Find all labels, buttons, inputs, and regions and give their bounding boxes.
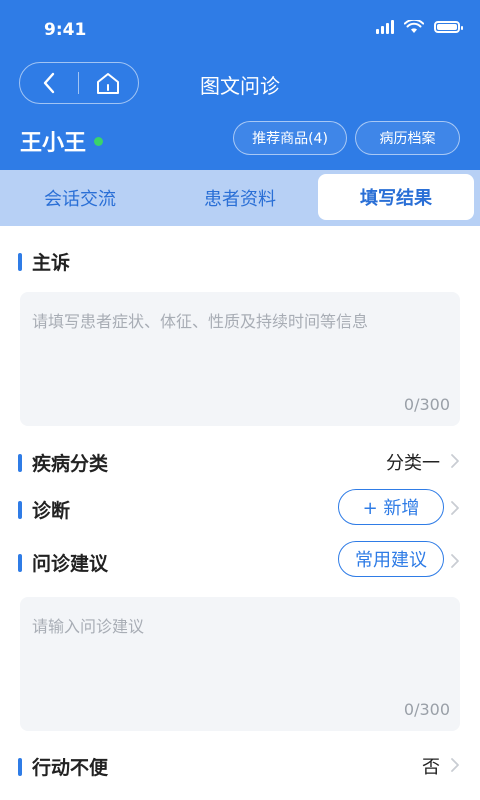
complaint-section-title: 主诉 bbox=[18, 248, 70, 275]
complaint-counter: 0/300 bbox=[403, 395, 450, 414]
diagnosis-label: 诊断 bbox=[32, 500, 71, 522]
tab-patient-info[interactable]: 患者资料 bbox=[160, 170, 320, 226]
advice-textarea[interactable]: 请输入问诊建议 0/300 bbox=[20, 597, 460, 731]
tab-conversation[interactable]: 会话交流 bbox=[0, 170, 160, 226]
status-time: 9:41 bbox=[44, 20, 87, 40]
chevron-right-icon bbox=[451, 501, 459, 515]
section-marker bbox=[18, 500, 22, 519]
wifi-icon bbox=[404, 20, 424, 33]
status-bar: 9:41 bbox=[0, 0, 480, 60]
patient-name-area: 王小王 bbox=[20, 125, 104, 157]
disease-category-row[interactable]: 疾病分类 分类一 bbox=[0, 441, 480, 481]
signal-icon bbox=[376, 20, 394, 34]
add-diagnosis-button[interactable]: + 新增 bbox=[338, 489, 444, 525]
mobility-section-title: 行动不便 bbox=[18, 753, 108, 780]
chevron-right-icon bbox=[451, 554, 459, 568]
disease-label: 疾病分类 bbox=[32, 453, 109, 475]
battery-icon bbox=[434, 21, 463, 33]
mobility-row[interactable]: 行动不便 否 bbox=[0, 745, 480, 785]
mobility-label: 行动不便 bbox=[32, 757, 109, 779]
section-marker bbox=[18, 252, 22, 271]
complaint-placeholder: 请填写患者症状、体征、性质及持续时间等信息 bbox=[32, 312, 369, 331]
disease-section-title: 疾病分类 bbox=[18, 449, 108, 476]
section-marker bbox=[18, 453, 22, 472]
section-marker bbox=[18, 553, 22, 572]
advice-label: 问诊建议 bbox=[32, 553, 109, 575]
common-advice-button[interactable]: 常用建议 bbox=[338, 541, 444, 577]
header-bar: 9:41 图文问诊 王小王 推荐商品(4) 病历档案 bbox=[0, 0, 480, 170]
advice-counter: 0/300 bbox=[403, 700, 450, 719]
diagnosis-row: 诊断 + 新增 bbox=[0, 488, 480, 528]
chevron-right-icon bbox=[451, 758, 459, 772]
page-title: 图文问诊 bbox=[200, 74, 280, 98]
recommend-products-button[interactable]: 推荐商品(4) bbox=[233, 121, 347, 155]
advice-section-title: 问诊建议 bbox=[18, 549, 108, 576]
advice-placeholder: 请输入问诊建议 bbox=[32, 617, 145, 636]
disease-value: 分类一 bbox=[386, 453, 440, 474]
section-marker bbox=[18, 757, 22, 776]
patient-name: 王小王 bbox=[20, 131, 87, 156]
diagnosis-section-title: 诊断 bbox=[18, 496, 70, 523]
chevron-right-icon bbox=[451, 454, 459, 468]
online-status-dot bbox=[94, 136, 104, 146]
mobility-value: 否 bbox=[422, 757, 440, 778]
medical-records-button[interactable]: 病历档案 bbox=[355, 121, 460, 155]
tab-fill-results[interactable]: 填写结果 bbox=[318, 174, 474, 220]
status-icons bbox=[376, 20, 463, 34]
complaint-label: 主诉 bbox=[32, 252, 71, 274]
complaint-textarea[interactable]: 请填写患者症状、体征、性质及持续时间等信息 0/300 bbox=[20, 292, 460, 426]
advice-row: 问诊建议 常用建议 bbox=[0, 541, 480, 581]
tab-bar: 会话交流 患者资料 填写结果 bbox=[0, 170, 480, 226]
